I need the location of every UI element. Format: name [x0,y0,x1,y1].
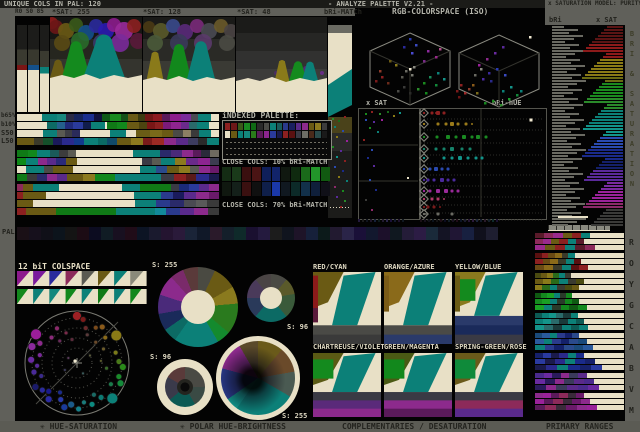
mini-cols-label: R0 S0 85 [15,8,44,15]
footer-hue-saturation[interactable]: ✳ HUE-SATURATION [40,423,117,431]
strip-group2-2 [17,158,219,165]
label-b10: b10% [1,121,16,128]
primary-letter-R: R [629,238,634,247]
sat48-tab[interactable]: *SAT: 48 [237,9,271,16]
mini-col-1 [17,25,27,112]
primary-letter-B: B [629,364,634,373]
colspace-strips [17,271,147,304]
strip-l50 [17,138,219,145]
sat255-panel[interactable] [50,17,142,112]
saturation-model[interactable]: x SATURATION MODEL: PURITY [548,1,640,7]
indexed-row-1 [225,123,327,130]
bri-hue-box [420,108,547,220]
strip-s50 [17,130,219,137]
hue-saturation-wheel[interactable] [20,306,134,420]
indexed-empty-row-1 [225,141,327,144]
strip-group3-1 [17,184,219,191]
primary-group-A [535,333,624,350]
primary-letter-G: G [629,301,634,310]
strip-b10 [17,122,219,129]
primary-letter-V: V [629,385,634,394]
strip-group2-1 [17,150,220,157]
primary-group-R [535,233,624,250]
unique-cols-count: UNIQUE COLS IN PAL: 120 [4,0,101,8]
close-cols-70-label: CLOSE COLS: 70% bRi-MATCH [222,201,328,209]
indexed-empty-row-2 [225,147,327,150]
sat128-panel[interactable] [143,17,235,112]
rgb-colorspace-title: RGB-COLORSPACE (ISO) [392,7,489,16]
comp-panel-spring-green-rose [455,353,523,417]
left-sidebar [0,16,15,421]
primary-group-O [535,253,624,270]
sat-scatter-header: x SAT [366,99,388,107]
comp-label-spring-green-rose: SPRING-GREEN/ROSE [455,343,527,351]
bri-panel-label: bRi [549,16,562,24]
indexed-palette-box [222,120,332,160]
bri-saturation-vertical-label: BRI & SATURATION [628,30,636,190]
footer-complementaries[interactable]: COMPLEMENTARIES / DESATURATION [342,423,487,431]
strip-group2-4 [17,174,219,181]
primary-group-C [535,313,624,330]
pal-strip [17,227,499,240]
strip-group3-2 [17,192,220,199]
bri-match-label: bRi-MATCh [324,8,362,16]
primary-group-M [535,393,624,410]
indexed-empty-row-3 [225,153,327,156]
comp-label-orange-azure: ORANGE/AZURE [384,263,435,271]
primary-letter-O: O [629,259,634,268]
comp-panel-orange-azure [384,272,452,344]
label-b65: b65% [1,112,16,119]
analyze-palette-app: UNIQUE COLS IN PAL: 120 - ANALYZE PALETT… [0,0,640,432]
primary-group-G [535,293,624,310]
polar-donut-s96 [247,274,295,322]
close-cols-row-1 [222,167,330,181]
sat48-panel[interactable] [236,17,327,112]
primary-letter-M: M [629,406,634,415]
primary-group-B [535,353,624,370]
primary-letter-C: C [629,322,634,331]
sat-panel-label: x SAT [596,16,618,24]
primary-scale-strip [548,225,610,231]
comp-panel-green-magenta [384,353,452,417]
sat-scatter-box [358,108,420,220]
polar-disc-s96 [157,359,213,415]
colspace-title: 12 biT COLSPACE [18,262,91,271]
indexed-palette-title: iNDEXED PALETTE: [222,111,300,120]
comp-label-red-cyan: RED/CYAN [313,263,347,271]
primary-letter-Y: Y [629,280,634,289]
polar-disc-s255 [216,336,300,420]
mini-col-3 [40,25,49,112]
primary-group-V [535,373,624,390]
sat128-tab[interactable]: *SAT: 128 [143,9,181,16]
donut1-label: S: 255 [152,261,178,269]
strip-group3-3 [17,200,219,207]
primary-ranges-panel [535,233,624,413]
bri-hue-header: bRi-hUE [492,99,522,107]
strip-b65 [17,114,219,121]
mini-col-2 [28,25,39,112]
close-cols-10-label: CLOSE COLS: 10% bRi-MATCH [222,158,328,166]
strip-group2-3 [17,166,220,173]
sat255-tab[interactable]: *SAT: 255 [52,9,90,16]
close-cols-row-2 [222,182,330,196]
strip-group3-4 [17,208,219,215]
comp-label-yellow-blue: YELLOW/BLUE [455,263,502,271]
donut4-label: S: 255 [282,412,308,420]
comp-panel-yellow-blue [455,272,523,344]
primary-group-Y [535,273,624,290]
label-pal: PAL [2,228,15,236]
donut2-label: S: 96 [287,323,309,331]
label-s50: S50 [1,129,14,137]
comp-label-green-magenta: GREEN/MAGENTA [384,343,439,351]
donut3-label: S: 96 [150,353,172,361]
footer-primary-ranges[interactable]: PRIMARY RANGES [546,423,613,431]
comp-panel-red-cyan [313,272,381,344]
label-l50: L50 [1,137,14,145]
comp-panel-chartreuse-violet [313,353,381,417]
indexed-row-2 [225,131,327,138]
primary-letter-A: A [629,343,634,352]
footer-polar-hue-brightness[interactable]: ✳ POLAR HUE-BRIGHTNESS [180,423,286,431]
comp-label-chartreuse-violet: CHARTREUSE/VIOLET [313,343,385,351]
polar-donut-s255 [158,267,238,347]
